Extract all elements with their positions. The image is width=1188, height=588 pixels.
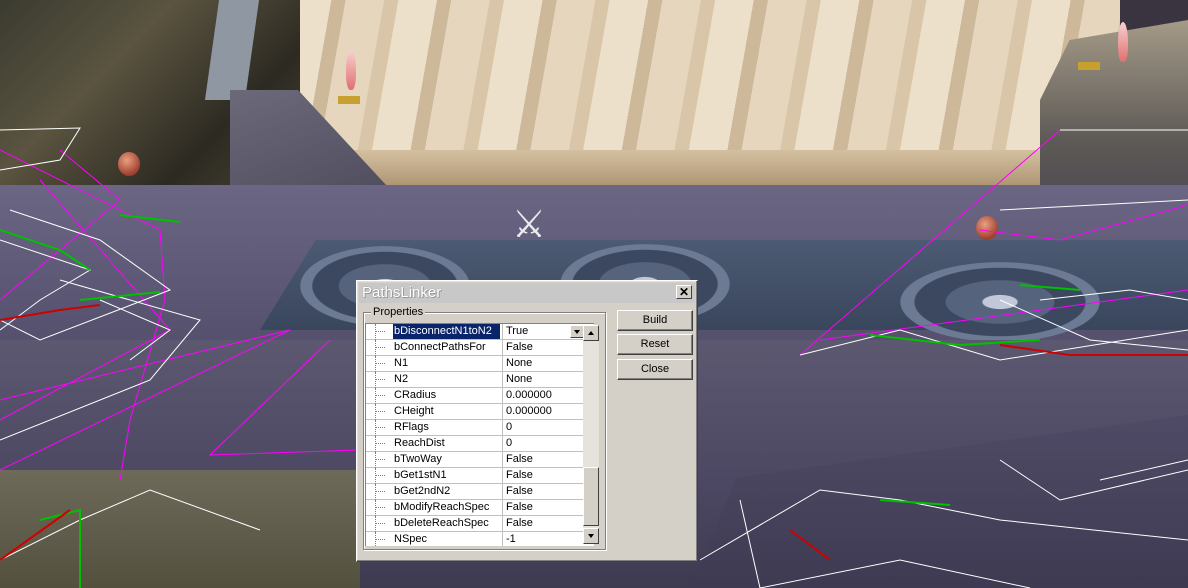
dialog-title: PathsLinker	[362, 284, 442, 301]
reset-button[interactable]: Reset	[617, 334, 693, 355]
tree-connector	[375, 516, 394, 532]
dialog-titlebar[interactable]: PathsLinker ✕	[359, 283, 695, 303]
property-value[interactable]: None	[506, 356, 584, 371]
tree-connector	[375, 324, 394, 340]
property-value[interactable]: 0	[506, 420, 584, 435]
property-scrollbar[interactable]	[583, 325, 599, 544]
build-button[interactable]: Build	[617, 310, 693, 331]
property-value[interactable]: -1	[506, 532, 584, 546]
property-row[interactable]: bModifyReachSpec False	[366, 500, 584, 516]
column-divider	[502, 436, 503, 452]
close-icon[interactable]: ✕	[676, 285, 692, 299]
property-name: N2	[394, 373, 409, 385]
property-value[interactable]: False	[506, 452, 584, 467]
column-divider	[502, 452, 503, 468]
property-name: bGet2ndN2	[394, 485, 451, 497]
scroll-up-icon[interactable]	[583, 325, 599, 341]
tree-connector	[375, 468, 394, 484]
tree-connector	[375, 452, 394, 468]
property-name: ReachDist	[394, 437, 445, 449]
tree-connector	[375, 420, 394, 436]
property-row[interactable]: RFlags 0	[366, 420, 584, 436]
column-divider	[502, 388, 503, 404]
tree-connector	[375, 500, 394, 516]
close-button[interactable]: Close	[617, 359, 693, 380]
column-divider	[502, 516, 503, 532]
property-value[interactable]: False	[506, 468, 584, 483]
property-value[interactable]: False	[506, 516, 584, 531]
property-name: CHeight	[394, 405, 434, 417]
property-row[interactable]: bDeleteReachSpec False	[366, 516, 584, 532]
property-row[interactable]: CRadius 0.000000	[366, 388, 584, 404]
scrollbar-thumb[interactable]	[583, 467, 599, 526]
property-value[interactable]: None	[506, 372, 584, 387]
chevron-down-icon[interactable]	[570, 325, 584, 338]
column-divider	[502, 324, 503, 340]
property-name: bConnectPathsFor	[394, 341, 486, 353]
property-row[interactable]: bGet1stN1 False	[366, 468, 584, 484]
tree-connector	[375, 356, 394, 372]
property-value[interactable]: 0.000000	[506, 404, 584, 419]
property-row[interactable]: bConnectPathsFor False	[366, 340, 584, 356]
property-row[interactable]: N1 None	[366, 356, 584, 372]
property-value[interactable]: False	[506, 500, 584, 515]
property-name: N1	[394, 357, 409, 369]
column-divider	[502, 500, 503, 516]
property-name: bDisconnectN1toN2	[393, 324, 500, 339]
tree-connector	[375, 436, 394, 452]
scroll-down-icon[interactable]	[583, 528, 599, 544]
property-value[interactable]: 0.000000	[506, 388, 584, 403]
tree-connector	[375, 372, 394, 388]
property-value[interactable]: 0	[506, 436, 584, 451]
property-row[interactable]: bTwoWay False	[366, 452, 584, 468]
tree-connector	[375, 388, 394, 404]
pathslinker-dialog: PathsLinker ✕ Properties bDisconnectN1to…	[356, 280, 698, 562]
property-row[interactable]: N2 None	[366, 372, 584, 388]
property-name: CRadius	[394, 389, 437, 401]
property-name: NSpec	[394, 533, 428, 545]
column-divider	[502, 356, 503, 372]
property-row[interactable]: NSpec -1	[366, 532, 584, 546]
property-value[interactable]: False	[506, 340, 584, 355]
column-divider	[502, 532, 503, 546]
column-divider	[502, 468, 503, 484]
tree-connector	[375, 404, 394, 420]
column-divider	[502, 420, 503, 436]
property-row[interactable]: bGet2ndN2 False	[366, 484, 584, 500]
tree-connector	[375, 484, 394, 500]
column-divider	[502, 404, 503, 420]
property-name: RFlags	[394, 421, 429, 433]
tree-connector	[375, 532, 394, 546]
tree-connector	[375, 340, 394, 356]
properties-group-label: Properties	[371, 305, 426, 319]
property-name: bModifyReachSpec	[394, 501, 490, 513]
property-name: bTwoWay	[394, 453, 442, 465]
property-grid[interactable]: bDisconnectN1toN2 True bConnectPathsFor Fal…	[365, 323, 594, 546]
property-name: bGet1stN1	[394, 469, 447, 481]
column-divider	[502, 484, 503, 500]
property-row[interactable]: bDisconnectN1toN2 True	[366, 324, 584, 340]
property-name: bDeleteReachSpec	[394, 517, 489, 529]
property-row[interactable]: CHeight 0.000000	[366, 404, 584, 420]
property-value[interactable]: False	[506, 484, 584, 499]
column-divider	[502, 372, 503, 388]
property-row[interactable]: ReachDist 0	[366, 436, 584, 452]
column-divider	[502, 340, 503, 356]
